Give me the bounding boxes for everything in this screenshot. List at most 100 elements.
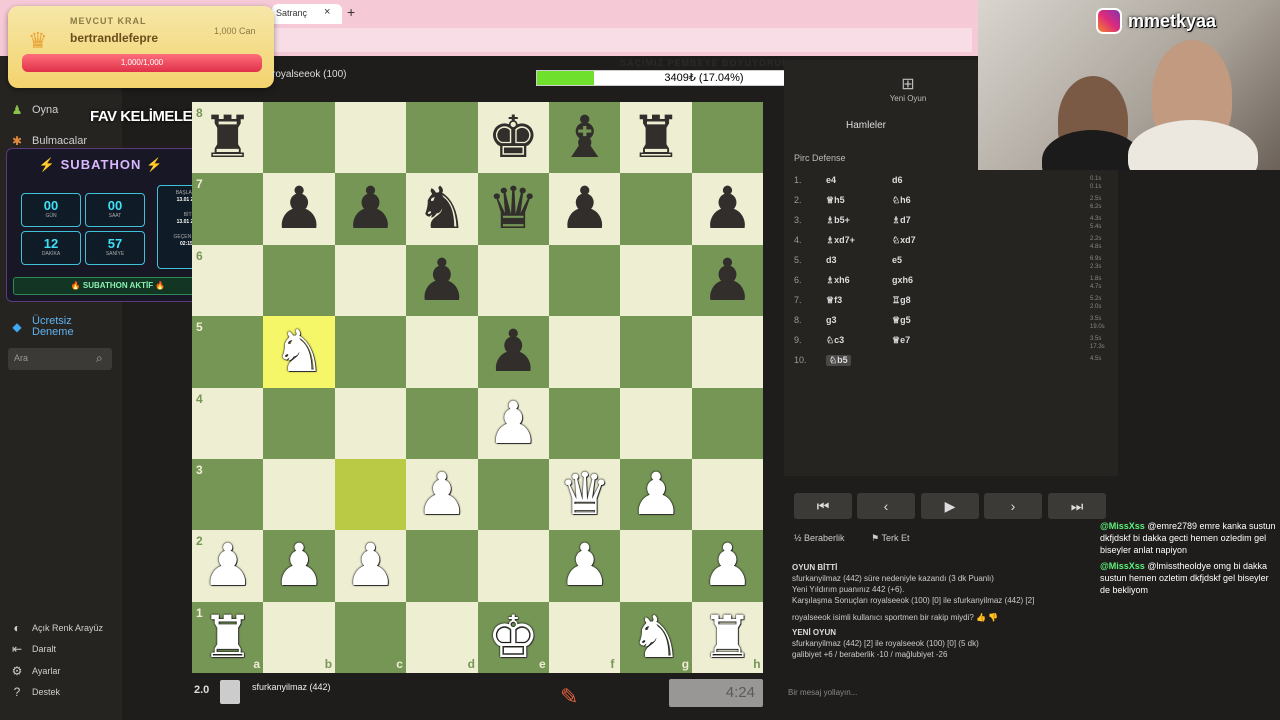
black-move[interactable]: d6 bbox=[892, 175, 903, 185]
board-square-c4[interactable] bbox=[334, 387, 407, 459]
sidebar-item-free-trial[interactable]: ◆ Ücretsiz Deneme bbox=[10, 316, 92, 338]
board-square-d8[interactable] bbox=[406, 102, 478, 174]
white-knight-piece[interactable]: ♞ bbox=[263, 316, 334, 387]
board-square-d4[interactable] bbox=[406, 387, 478, 459]
black-move[interactable]: ♗d7 bbox=[892, 215, 911, 226]
board-square-b6[interactable] bbox=[263, 244, 335, 317]
chess-board[interactable]: ♜ 8 ♚ ♝ ♜ 7 ♟ ♟ ♞ ♛ ♟ ♟ 6 ♟ ♟ 5 ♞ ♟ 4 ♟ 3 ♟ ♛ ♟ ♟ 2 ♟ ♟ ♟ ♟ ♜ 1 a b c d ♚ e f ♞… bbox=[192, 102, 764, 674]
white-pawn-piece[interactable]: ♟ bbox=[335, 530, 406, 601]
board-square-e2[interactable] bbox=[477, 530, 549, 602]
sidebar-item-settings[interactable]: ⚙ Ayarlar bbox=[10, 664, 61, 678]
move-number: 7. bbox=[794, 295, 802, 305]
board-square-g7[interactable] bbox=[620, 173, 692, 245]
draw-button[interactable]: ½ Beraberlik bbox=[794, 533, 857, 543]
sidebar-item-play[interactable]: ♟ Oyna bbox=[10, 103, 59, 117]
board-square-h8[interactable] bbox=[691, 102, 764, 174]
black-queen-piece[interactable]: ♛ bbox=[478, 173, 549, 244]
play-button[interactable]: ▶ bbox=[921, 493, 979, 519]
white-pawn-piece[interactable]: ♟ bbox=[406, 459, 477, 530]
board-square-h5[interactable] bbox=[691, 316, 764, 388]
board-square-g4[interactable] bbox=[620, 387, 692, 459]
sidebar-item-label: Destek bbox=[32, 687, 61, 697]
black-move[interactable]: e5 bbox=[892, 255, 902, 265]
prev-move-button[interactable]: ‹ bbox=[857, 493, 915, 519]
board-square-b8[interactable] bbox=[263, 102, 335, 174]
board-square-c8[interactable] bbox=[334, 102, 407, 174]
black-move[interactable]: gxh6 bbox=[892, 275, 913, 285]
black-move[interactable]: ♕g5 bbox=[892, 315, 911, 326]
close-tab-icon[interactable]: × bbox=[324, 6, 330, 18]
browser-tab[interactable]: Satranç bbox=[272, 4, 342, 24]
tab-new-game[interactable]: ⊞ Yeni Oyun bbox=[886, 74, 930, 103]
white-move[interactable]: d3 bbox=[826, 255, 837, 265]
board-square-c6[interactable] bbox=[334, 244, 407, 317]
black-knight-piece[interactable]: ♞ bbox=[406, 173, 477, 244]
white-move[interactable]: e4 bbox=[826, 175, 836, 185]
black-pawn-piece[interactable]: ♟ bbox=[692, 173, 763, 244]
board-square-b3[interactable] bbox=[263, 459, 335, 531]
white-move[interactable]: ♘c3 bbox=[826, 335, 844, 346]
white-move[interactable]: ♗xh6 bbox=[826, 275, 850, 286]
black-pawn-piece[interactable]: ♟ bbox=[549, 173, 620, 244]
sidebar-item-puzzles[interactable]: ✱ Bulmacalar bbox=[10, 134, 87, 148]
sidebar-item-collapse[interactable]: ⇤ Daralt bbox=[10, 642, 56, 656]
black-king-piece[interactable]: ♚ bbox=[478, 102, 549, 173]
sidebar-item-support[interactable]: ? Destek bbox=[10, 685, 60, 699]
thumbs-down-icon[interactable]: 👎 bbox=[988, 613, 998, 622]
black-pawn-piece[interactable]: ♟ bbox=[335, 173, 406, 244]
black-pawn-piece[interactable]: ♟ bbox=[406, 245, 477, 316]
white-queen-piece[interactable]: ♛ bbox=[549, 459, 620, 530]
thumbs-up-icon[interactable]: 👍 bbox=[976, 613, 986, 622]
search-icon[interactable]: ⌕ bbox=[96, 351, 103, 366]
white-pawn-piece[interactable]: ♟ bbox=[478, 388, 549, 459]
black-rook-piece[interactable]: ♜ bbox=[620, 102, 691, 173]
next-move-button[interactable]: › bbox=[984, 493, 1042, 519]
white-pawn-piece[interactable]: ♟ bbox=[549, 530, 620, 601]
black-move[interactable]: ♕e7 bbox=[892, 335, 910, 346]
rank-label: 2 bbox=[196, 534, 203, 549]
black-pawn-piece[interactable]: ♟ bbox=[692, 245, 763, 316]
tab-moves[interactable]: Hamleler bbox=[846, 120, 886, 131]
file-label: g bbox=[681, 657, 690, 672]
black-bishop-piece[interactable]: ♝ bbox=[549, 102, 620, 173]
black-move[interactable]: ♘h6 bbox=[892, 195, 911, 206]
board-square-d5[interactable] bbox=[406, 316, 478, 388]
last-move-button[interactable]: ⏭ bbox=[1048, 493, 1106, 519]
black-move[interactable]: ♖g8 bbox=[892, 295, 911, 306]
board-square-g5[interactable] bbox=[620, 316, 692, 388]
white-move[interactable]: ♗xd7+ bbox=[826, 235, 855, 246]
sidebar-item-light-ui[interactable]: ◐ Açık Renk Arayüz bbox=[10, 621, 103, 635]
board-square-h3[interactable] bbox=[691, 459, 764, 531]
board-square-e3[interactable] bbox=[477, 459, 549, 531]
board-square-f4[interactable] bbox=[549, 387, 621, 459]
white-move[interactable]: ♘b5 bbox=[826, 355, 851, 366]
board-square-g2[interactable] bbox=[620, 530, 692, 602]
board-square-c3[interactable] bbox=[334, 459, 407, 531]
game-actions: ½ Beraberlik ⚑ Terk Et bbox=[794, 533, 933, 544]
white-move[interactable]: ♗b5+ bbox=[826, 215, 850, 226]
first-move-button[interactable]: ⏮ bbox=[794, 493, 852, 519]
current-king-card: ♛ MEVCUT KRAL bertrandlefepre 1,000 Can … bbox=[8, 6, 274, 88]
white-move[interactable]: ♕h5 bbox=[826, 195, 845, 206]
black-pawn-piece[interactable]: ♟ bbox=[478, 316, 549, 387]
new-tab-icon[interactable]: + bbox=[347, 4, 355, 20]
address-bar[interactable] bbox=[272, 28, 972, 52]
white-pawn-piece[interactable]: ♟ bbox=[263, 530, 334, 601]
move-row: 7. ♕f3 ♖g8 5.2s 2.0s bbox=[784, 295, 1114, 315]
white-pawn-piece[interactable]: ♟ bbox=[620, 459, 691, 530]
board-square-b4[interactable] bbox=[263, 387, 335, 459]
board-square-c5[interactable] bbox=[334, 316, 407, 388]
white-move[interactable]: g3 bbox=[826, 315, 837, 325]
board-square-f6[interactable] bbox=[549, 244, 621, 317]
board-square-f5[interactable] bbox=[549, 316, 621, 388]
board-square-h4[interactable] bbox=[691, 387, 764, 459]
black-pawn-piece[interactable]: ♟ bbox=[263, 173, 334, 244]
black-move[interactable]: ♘xd7 bbox=[892, 235, 916, 246]
white-pawn-piece[interactable]: ♟ bbox=[692, 530, 763, 601]
board-square-g6[interactable] bbox=[620, 244, 692, 317]
board-square-d2[interactable] bbox=[406, 530, 478, 602]
resign-button[interactable]: ⚑ Terk Et bbox=[871, 533, 921, 543]
board-square-e6[interactable] bbox=[477, 244, 549, 317]
chat-input[interactable]: Bir mesaj yollayın... bbox=[788, 688, 857, 697]
white-move[interactable]: ♕f3 bbox=[826, 295, 842, 306]
